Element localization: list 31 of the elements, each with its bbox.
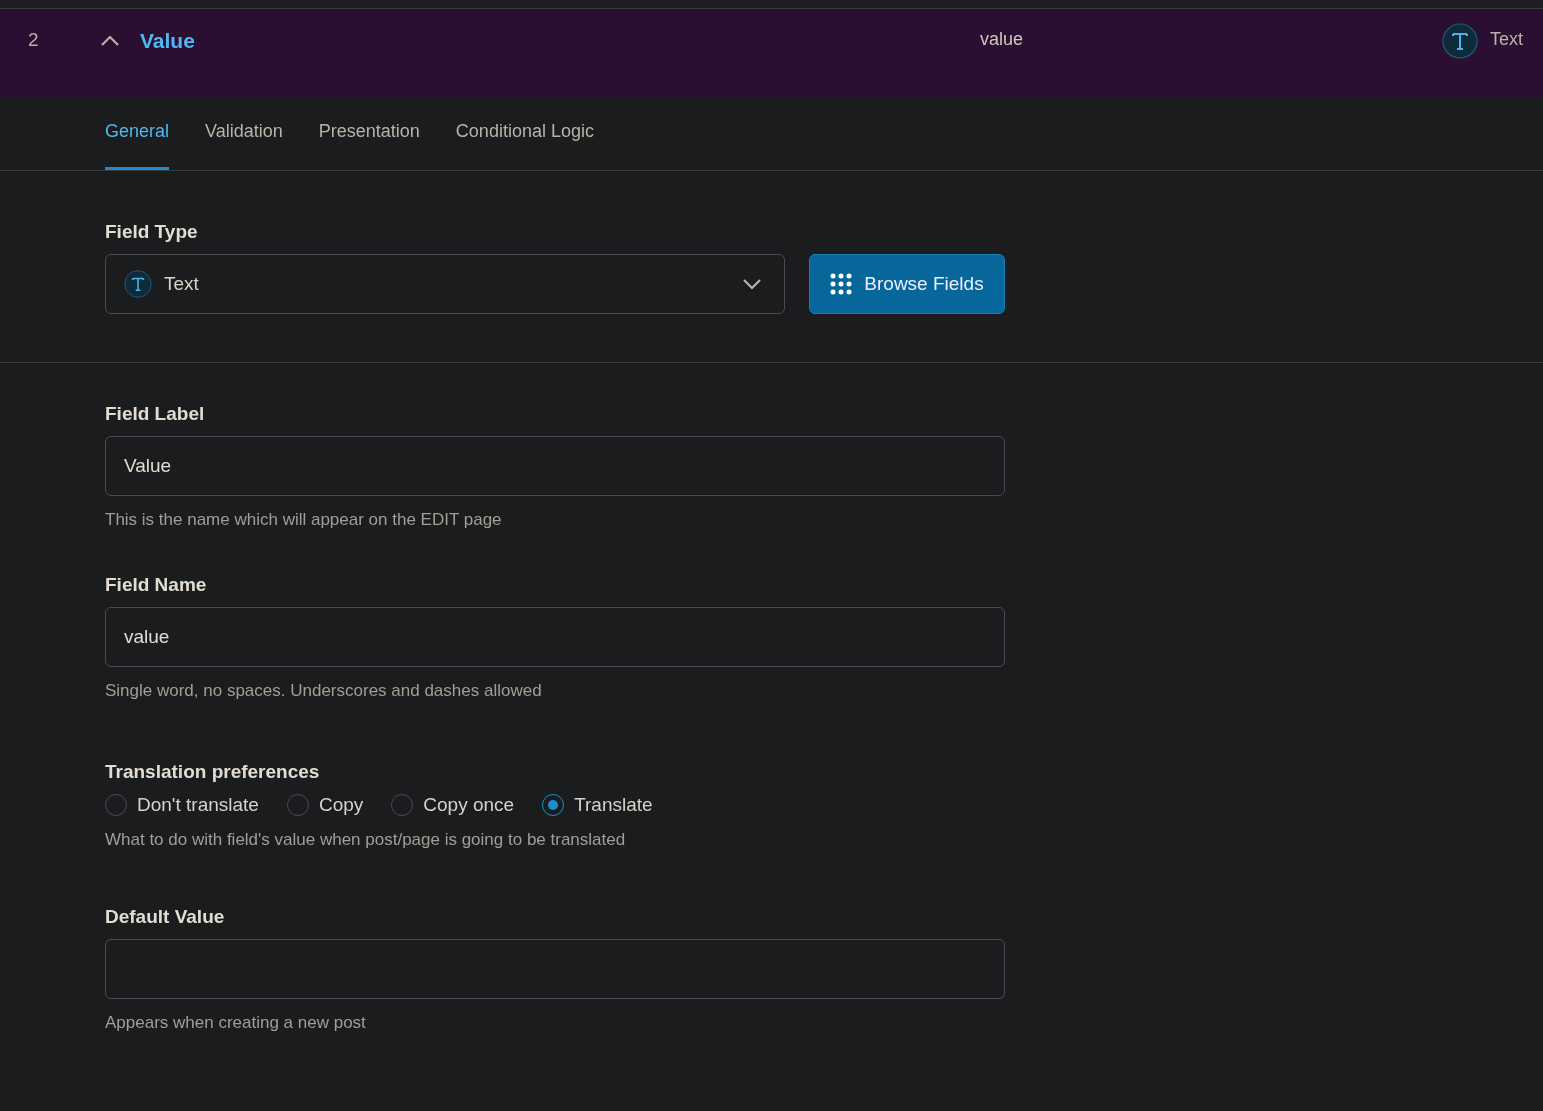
- tab[interactable]: Conditional Logic: [455, 120, 594, 170]
- field-title: Value: [140, 29, 196, 53]
- radio-option[interactable]: Copy once: [391, 794, 515, 816]
- field-label: Translation preferences: [105, 761, 321, 783]
- text-type-icon: [1442, 23, 1478, 59]
- field-label: Default Value: [105, 906, 226, 928]
- radio-option[interactable]: Don't translate: [105, 794, 259, 816]
- text-input[interactable]: Value: [105, 436, 1005, 496]
- radio-option[interactable]: Translate: [542, 794, 653, 816]
- field-label: Field Name: [105, 574, 208, 596]
- text-type-icon: [124, 270, 152, 298]
- text-input[interactable]: [105, 939, 1005, 999]
- chevron-up-icon[interactable]: [100, 34, 120, 48]
- help-text: This is the name which will appear on the EDIT page: [105, 510, 503, 530]
- grid-icon: [830, 273, 853, 295]
- help-text: Single word, no spaces. Underscores and dashes allowed: [105, 681, 543, 701]
- caret-icon: [742, 278, 762, 290]
- field-name-text: value: [980, 29, 1025, 50]
- field-label: Field Label: [105, 403, 206, 425]
- tab[interactable]: General: [105, 120, 170, 170]
- field-number: 2: [28, 29, 40, 51]
- help-text: What to do with field's value when post/page is going to be translated: [105, 830, 627, 850]
- text-input[interactable]: value: [105, 607, 1005, 667]
- browse-fields-button[interactable]: Browse Fields: [809, 254, 1005, 314]
- field-type-text: Text: [1490, 29, 1523, 50]
- tab[interactable]: Validation: [205, 120, 283, 170]
- tab[interactable]: Presentation: [318, 120, 420, 170]
- radio-option[interactable]: Copy: [286, 794, 364, 816]
- field-type-dropdown[interactable]: Text: [105, 254, 785, 314]
- help-text: Appears when creating a new post: [105, 1013, 367, 1033]
- field-label: Field Type: [105, 221, 199, 243]
